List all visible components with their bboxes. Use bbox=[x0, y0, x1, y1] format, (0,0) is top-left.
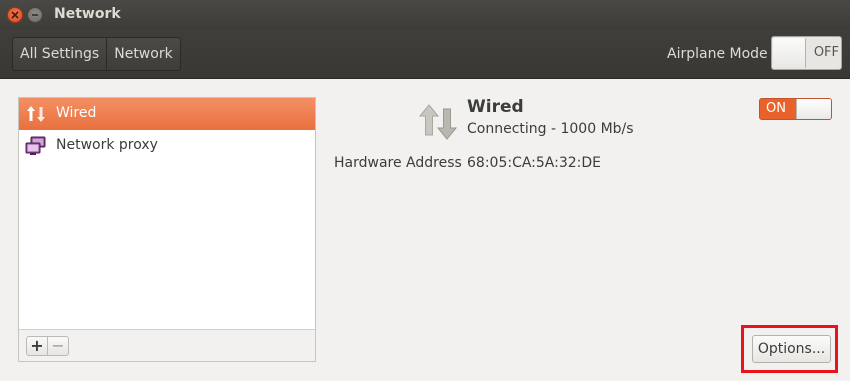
airplane-mode-label: Airplane Mode bbox=[667, 46, 768, 62]
all-settings-button[interactable]: All Settings bbox=[12, 37, 108, 71]
sidebar-item-label: Network proxy bbox=[56, 137, 158, 153]
airplane-mode-switch[interactable]: OFF bbox=[771, 36, 842, 70]
breadcrumb: All Settings Network bbox=[12, 37, 181, 71]
options-button[interactable]: Options... bbox=[752, 335, 831, 363]
device-list: Wired Network proxy + − bbox=[18, 97, 316, 362]
close-icon bbox=[11, 11, 19, 19]
switch-knob bbox=[796, 99, 831, 119]
title-bar: Network bbox=[0, 0, 850, 30]
breadcrumb-network[interactable]: Network bbox=[107, 37, 181, 71]
wired-switch-state: ON bbox=[766, 101, 786, 116]
connection-title: Wired bbox=[467, 97, 524, 117]
wired-network-large-icon bbox=[418, 104, 458, 140]
sidebar-item-label: Wired bbox=[56, 105, 97, 121]
toolbar: All Settings Network Airplane Mode bbox=[0, 30, 850, 79]
minimize-window-button[interactable] bbox=[27, 7, 43, 23]
network-proxy-icon bbox=[25, 136, 46, 155]
sidebar-item-network-proxy[interactable]: Network proxy bbox=[19, 130, 315, 162]
sidebar-item-wired[interactable]: Wired bbox=[19, 98, 315, 130]
remove-device-button[interactable]: − bbox=[47, 336, 69, 356]
switch-knob bbox=[773, 38, 806, 68]
device-list-toolbar: + − bbox=[19, 329, 315, 361]
wired-network-icon bbox=[27, 106, 45, 122]
minimize-icon bbox=[32, 14, 38, 16]
add-device-button[interactable]: + bbox=[26, 336, 48, 356]
close-window-button[interactable] bbox=[7, 7, 23, 23]
wired-enable-switch[interactable]: ON bbox=[759, 98, 832, 120]
hardware-address-value: 68:05:CA:5A:32:DE bbox=[467, 155, 601, 171]
airplane-mode-state: OFF bbox=[813, 45, 839, 60]
connection-status: Connecting - 1000 Mb/s bbox=[467, 121, 634, 137]
hardware-address-label: Hardware Address bbox=[334, 155, 462, 171]
window-title: Network bbox=[54, 6, 121, 22]
